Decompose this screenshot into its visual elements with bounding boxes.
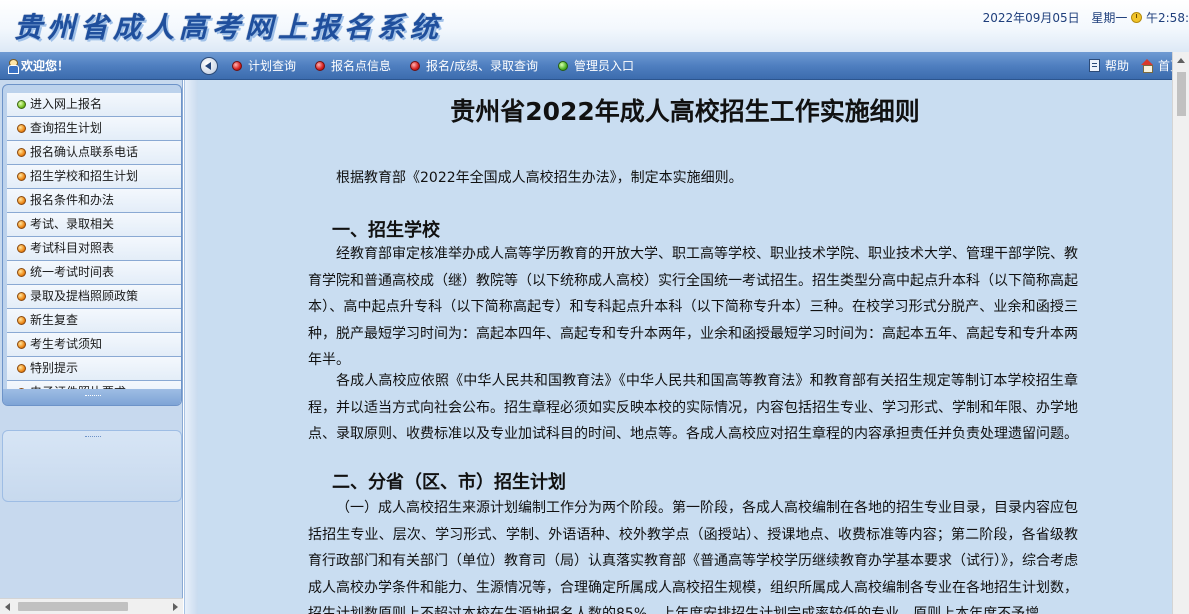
scroll-up-arrow-icon[interactable] bbox=[1173, 52, 1189, 69]
sidebar-item-label: 特别提示 bbox=[30, 361, 79, 375]
sidebar-menu: 进入网上报名 查询招生计划 报名确认点联系电话 招生学校和招生计划 报名条件和办… bbox=[2, 84, 182, 406]
green-dot-icon bbox=[17, 100, 26, 109]
sidebar-item-query-plan[interactable]: 查询招生计划 bbox=[7, 117, 181, 141]
left-sidebar: 进入网上报名 查询招生计划 报名确认点联系电话 招生学校和招生计划 报名条件和办… bbox=[0, 80, 183, 598]
sidebar-item-label: 录取及提档照顾政策 bbox=[30, 289, 139, 303]
panel-splitter[interactable] bbox=[184, 80, 198, 614]
sidebar-item-label: 考生考试须知 bbox=[30, 337, 103, 351]
nav-link-label: 管理员入口 bbox=[574, 59, 635, 73]
sidebar-item-exam-notice[interactable]: 考生考试须知 bbox=[7, 333, 181, 357]
back-arrow-button[interactable] bbox=[200, 57, 218, 75]
help-label: 帮助 bbox=[1105, 59, 1130, 73]
scroll-thumb[interactable] bbox=[18, 602, 128, 611]
welcome-label: 欢迎您！ bbox=[0, 52, 192, 80]
sidebar-item-special-notice[interactable]: 特别提示 bbox=[7, 357, 181, 381]
sidebar-item-admission-policy[interactable]: 录取及提档照顾政策 bbox=[7, 285, 181, 309]
sidebar-horizontal-scrollbar[interactable] bbox=[0, 598, 183, 614]
orange-dot-icon bbox=[17, 364, 26, 373]
intro-paragraph: 根据教育部《2022年全国成人高校招生办法》，制定本实施细则。 bbox=[336, 170, 743, 186]
red-dot-icon bbox=[410, 61, 420, 71]
grip-icon[interactable] bbox=[85, 436, 101, 438]
scroll-right-arrow-icon[interactable] bbox=[167, 599, 183, 614]
system-logo-title: 贵州省成人高考网上报名系统 bbox=[14, 11, 444, 44]
nav-registration-point-info[interactable]: 报名点信息 bbox=[315, 52, 391, 80]
sidebar-item-registration-conditions[interactable]: 报名条件和办法 bbox=[7, 189, 181, 213]
orange-dot-icon bbox=[17, 244, 26, 253]
sidebar-item-confirm-point-phone[interactable]: 报名确认点联系电话 bbox=[7, 141, 181, 165]
section2-paragraph-1: （一）成人高校招生来源计划编制工作分为两个阶段。第一阶段，各成人高校编制在各地的… bbox=[308, 500, 1078, 614]
top-nav-bar: 欢迎您！ 计划查询 报名点信息 报名/成绩、录取查询 管理员入口 帮助 首页 bbox=[0, 52, 1189, 80]
scroll-thumb[interactable] bbox=[1177, 72, 1186, 116]
nav-plan-query[interactable]: 计划查询 bbox=[232, 52, 296, 80]
sidebar-item-label: 报名确认点联系电话 bbox=[30, 145, 139, 159]
orange-dot-icon bbox=[17, 316, 26, 325]
header-banner: 贵州省成人高考网上报名系统 2022年09月05日 星期一 午2:58: bbox=[0, 0, 1189, 52]
sidebar-item-label: 考试、录取相关 bbox=[30, 217, 115, 231]
sidebar-item-label: 统一考试时间表 bbox=[30, 265, 115, 279]
home-icon bbox=[1141, 59, 1154, 73]
orange-dot-icon bbox=[17, 172, 26, 181]
sidebar-item-label: 新生复查 bbox=[30, 313, 79, 327]
user-icon bbox=[8, 59, 19, 74]
sidebar-item-exam-schedule[interactable]: 统一考试时间表 bbox=[7, 261, 181, 285]
nav-link-label: 计划查询 bbox=[248, 59, 297, 73]
orange-dot-icon bbox=[17, 340, 26, 349]
clock-icon bbox=[1131, 12, 1143, 23]
sidebar-item-label: 考试科目对照表 bbox=[30, 241, 115, 255]
help-book-icon bbox=[1089, 59, 1100, 72]
orange-dot-icon bbox=[17, 292, 26, 301]
section-heading-schools: 一、招生学校 bbox=[332, 220, 440, 241]
nav-link-label: 报名点信息 bbox=[331, 59, 392, 73]
sidebar-item-label: 招生学校和招生计划 bbox=[30, 169, 139, 183]
sidebar-item-label: 报名条件和办法 bbox=[30, 193, 115, 207]
red-dot-icon bbox=[315, 61, 325, 71]
document-title: 贵州省2022年成人高校招生工作实施细则 bbox=[450, 97, 920, 126]
orange-dot-icon bbox=[17, 220, 26, 229]
weekday-text: 星期一 bbox=[1091, 11, 1128, 25]
orange-dot-icon bbox=[17, 196, 26, 205]
sidebar-secondary-panel bbox=[2, 430, 182, 502]
sidebar-item-exam-admission[interactable]: 考试、录取相关 bbox=[7, 213, 181, 237]
menu-collapse-bar[interactable] bbox=[3, 389, 181, 405]
section1-paragraph-2: 各成人高校应依照《中华人民共和国教育法》《中华人民共和国高等教育法》和教育部有关… bbox=[308, 373, 1078, 442]
sidebar-item-label: 查询招生计划 bbox=[30, 121, 103, 135]
orange-dot-icon bbox=[17, 148, 26, 157]
sidebar-item-label: 进入网上报名 bbox=[30, 97, 103, 111]
green-dot-icon bbox=[558, 61, 568, 71]
section-heading-plans: 二、分省（区、市）招生计划 bbox=[332, 472, 566, 493]
welcome-text: 欢迎您！ bbox=[21, 59, 70, 73]
orange-dot-icon bbox=[17, 268, 26, 277]
date-text: 2022年09月05日 bbox=[982, 11, 1080, 25]
content-vertical-scrollbar[interactable] bbox=[1172, 52, 1189, 614]
section1-paragraph-1: 经教育部审定核准举办成人高等学历教育的开放大学、职工高等学校、职业技术学院、职业… bbox=[308, 246, 1078, 368]
orange-dot-icon bbox=[17, 124, 26, 133]
sidebar-item-subject-table[interactable]: 考试科目对照表 bbox=[7, 237, 181, 261]
sidebar-item-freshman-review[interactable]: 新生复查 bbox=[7, 309, 181, 333]
nav-score-admission-query[interactable]: 报名/成绩、录取查询 bbox=[410, 52, 538, 80]
sidebar-item-schools-plans[interactable]: 招生学校和招生计划 bbox=[7, 165, 181, 189]
scroll-left-arrow-icon[interactable] bbox=[0, 599, 16, 614]
red-dot-icon bbox=[232, 61, 242, 71]
grip-icon bbox=[85, 395, 101, 397]
sidebar-item-online-registration[interactable]: 进入网上报名 bbox=[7, 93, 181, 117]
date-time-display: 2022年09月05日 星期一 午2:58: bbox=[983, 9, 1189, 26]
help-link[interactable]: 帮助 bbox=[1089, 52, 1129, 80]
nav-admin-entry[interactable]: 管理员入口 bbox=[558, 52, 634, 80]
document-content: 贵州省2022年成人高校招生工作实施细则 根据教育部《2022年全国成人高校招生… bbox=[198, 80, 1172, 614]
time-text: 午2:58: bbox=[1146, 11, 1189, 25]
nav-link-label: 报名/成绩、录取查询 bbox=[426, 59, 539, 73]
